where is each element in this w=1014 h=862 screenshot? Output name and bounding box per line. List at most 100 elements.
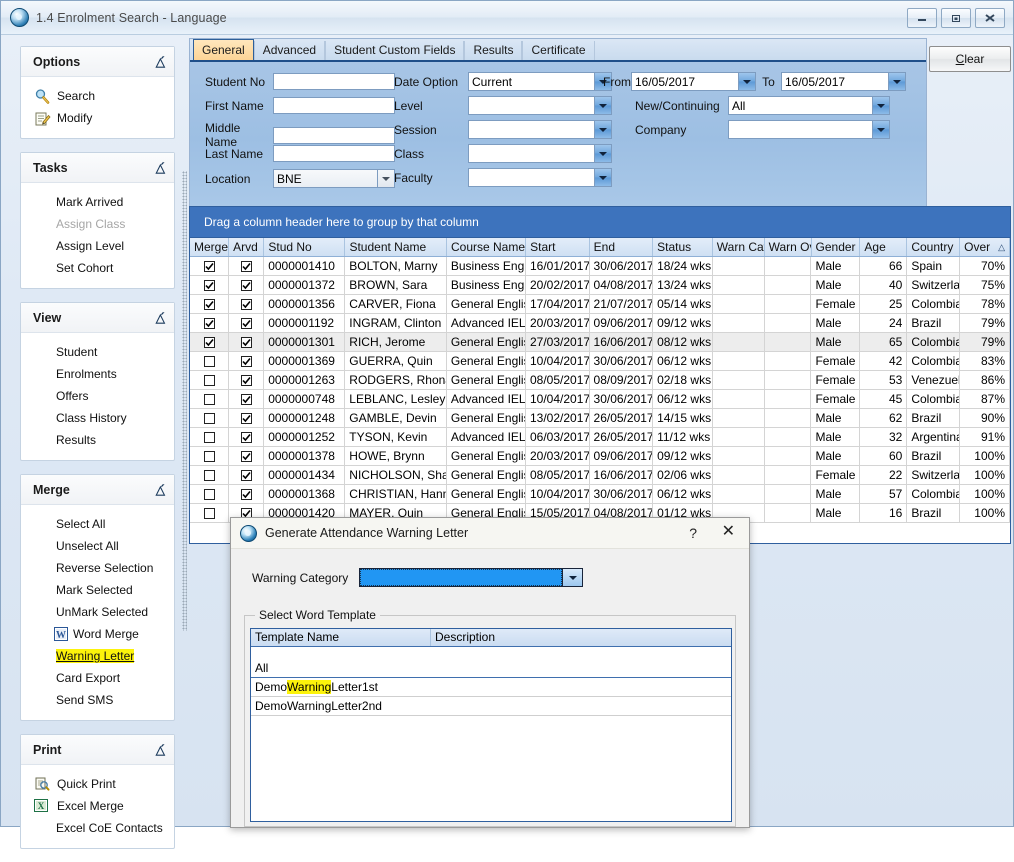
last-name-input[interactable] — [273, 145, 395, 162]
merge-checkbox[interactable] — [190, 333, 229, 351]
table-row[interactable]: 0000001434NICHOLSON, ShaeleGeneral Engli… — [190, 466, 1010, 485]
table-row[interactable]: 0000001248GAMBLE, DevinGeneral English13… — [190, 409, 1010, 428]
merge-checkbox[interactable] — [190, 466, 229, 484]
column-header-country[interactable]: Country — [907, 238, 960, 256]
chevron-down-icon[interactable] — [872, 121, 889, 138]
table-row[interactable]: 0000001369GUERRA, QuinGeneral English10/… — [190, 352, 1010, 371]
column-header-status[interactable]: Status — [653, 238, 713, 256]
column-header-merge[interactable]: Merge — [190, 238, 229, 256]
help-button[interactable]: ? — [689, 525, 697, 541]
date-option-select[interactable]: Current — [468, 72, 612, 91]
column-header-over[interactable]: Over △ — [960, 238, 1010, 256]
warning-category-select[interactable] — [359, 568, 583, 587]
merge-checkbox[interactable] — [190, 295, 229, 313]
tab-results[interactable]: Results — [464, 41, 522, 60]
first-name-input[interactable] — [273, 97, 395, 114]
sidebar-item-offers[interactable]: Offers — [21, 385, 174, 407]
sidebar-item-set-cohort[interactable]: Set Cohort — [21, 257, 174, 279]
arvd-checkbox[interactable] — [229, 295, 264, 313]
chevron-up-icon[interactable]: △́ — [156, 56, 165, 68]
sidebar-item-word-merge[interactable]: W Word Merge — [21, 623, 174, 645]
level-select[interactable] — [468, 96, 612, 115]
panel-print-header[interactable]: Print △́ — [21, 735, 174, 765]
table-row[interactable]: 0000001410BOLTON, MarnyBusiness English1… — [190, 257, 1010, 276]
arvd-checkbox[interactable] — [229, 352, 264, 370]
table-row[interactable]: 0000001263RODGERS, RhonaGeneral English0… — [190, 371, 1010, 390]
sidebar-item-excel-merge[interactable]: X Excel Merge — [21, 795, 174, 817]
table-row[interactable]: 0000001378HOWE, BrynnGeneral English20/0… — [190, 447, 1010, 466]
company-select[interactable] — [728, 120, 890, 139]
table-row[interactable]: 0000001252TYSON, KevinAdvanced IELTS06/0… — [190, 428, 1010, 447]
chevron-down-icon[interactable] — [562, 569, 582, 586]
chevron-up-icon[interactable]: △́ — [156, 744, 165, 756]
panel-splitter[interactable] — [182, 171, 187, 631]
sidebar-item-student[interactable]: Student — [21, 341, 174, 363]
arvd-checkbox[interactable] — [229, 390, 264, 408]
tab-student-custom-fields[interactable]: Student Custom Fields — [325, 41, 464, 60]
column-header-age[interactable]: Age — [860, 238, 907, 256]
class-select[interactable] — [468, 144, 612, 163]
merge-checkbox[interactable] — [190, 485, 229, 503]
sidebar-item-modify[interactable]: Modify — [21, 107, 174, 129]
arvd-checkbox[interactable] — [229, 371, 264, 389]
column-header-end[interactable]: End — [590, 238, 654, 256]
merge-checkbox[interactable] — [190, 371, 229, 389]
sidebar-item-mark-arrived[interactable]: Mark Arrived — [21, 191, 174, 213]
chevron-down-icon[interactable] — [594, 97, 611, 114]
group-by-drop-area[interactable]: Drag a column header here to group by th… — [190, 207, 1010, 238]
close-button[interactable] — [975, 8, 1005, 28]
middle-name-input[interactable] — [273, 127, 395, 144]
sidebar-item-quick-print[interactable]: Quick Print — [21, 773, 174, 795]
location-select[interactable]: BNE — [273, 169, 395, 188]
sidebar-item-card-export[interactable]: Card Export — [21, 667, 174, 689]
arvd-checkbox[interactable] — [229, 428, 264, 446]
merge-checkbox[interactable] — [190, 447, 229, 465]
sidebar-item-unselect-all[interactable]: Unselect All — [21, 535, 174, 557]
new-continuing-select[interactable]: All — [728, 96, 890, 115]
sidebar-item-class-history[interactable]: Class History — [21, 407, 174, 429]
column-header-gender[interactable]: Gender — [812, 238, 861, 256]
chevron-down-icon[interactable] — [377, 170, 394, 187]
chevron-down-icon[interactable] — [594, 169, 611, 186]
panel-tasks-header[interactable]: Tasks △́ — [21, 153, 174, 183]
chevron-up-icon[interactable]: △́ — [156, 162, 165, 174]
arvd-checkbox[interactable] — [229, 333, 264, 351]
tab-certificate[interactable]: Certificate — [522, 41, 594, 60]
session-select[interactable] — [468, 120, 612, 139]
column-header-course-name[interactable]: Course Name — [447, 238, 526, 256]
table-row[interactable]: 0000001192INGRAM, ClintonAdvanced IELTS2… — [190, 314, 1010, 333]
list-item[interactable]: DemoWarningLetter1st — [251, 678, 731, 697]
table-row[interactable]: 0000001301RICH, JeromeGeneral English27/… — [190, 333, 1010, 352]
table-row[interactable]: 0000001368CHRISTIAN, HannaGeneral Englis… — [190, 485, 1010, 504]
column-header-warn-category[interactable]: Warn Cate — [713, 238, 765, 256]
minimize-button[interactable] — [907, 8, 937, 28]
panel-merge-header[interactable]: Merge △́ — [21, 475, 174, 505]
sidebar-item-select-all[interactable]: Select All — [21, 513, 174, 535]
sidebar-item-mark-selected[interactable]: Mark Selected — [21, 579, 174, 601]
list-item[interactable]: All — [251, 647, 731, 678]
arvd-checkbox[interactable] — [229, 447, 264, 465]
panel-view-header[interactable]: View △́ — [21, 303, 174, 333]
sidebar-item-assign-level[interactable]: Assign Level — [21, 235, 174, 257]
arvd-checkbox[interactable] — [229, 257, 264, 275]
merge-checkbox[interactable] — [190, 504, 229, 522]
arvd-checkbox[interactable] — [229, 409, 264, 427]
column-header-description[interactable]: Description — [431, 629, 731, 646]
merge-checkbox[interactable] — [190, 257, 229, 275]
arvd-checkbox[interactable] — [229, 276, 264, 294]
sidebar-item-enrolments[interactable]: Enrolments — [21, 363, 174, 385]
table-row[interactable]: 0000000748LEBLANC, LesleyAdvanced IELTS1… — [190, 390, 1010, 409]
maximize-button[interactable] — [941, 8, 971, 28]
tab-advanced[interactable]: Advanced — [254, 41, 325, 60]
chevron-down-icon[interactable] — [872, 97, 889, 114]
panel-options-header[interactable]: Options △́ — [21, 47, 174, 77]
column-header-template-name[interactable]: Template Name — [251, 629, 431, 646]
sidebar-item-send-sms[interactable]: Send SMS — [21, 689, 174, 711]
merge-checkbox[interactable] — [190, 352, 229, 370]
chevron-down-icon[interactable] — [594, 145, 611, 162]
sidebar-item-results[interactable]: Results — [21, 429, 174, 451]
chevron-up-icon[interactable]: △́ — [156, 312, 165, 324]
column-header-student-name[interactable]: Student Name — [345, 238, 447, 256]
table-row[interactable]: 0000001372BROWN, SaraBusiness English20/… — [190, 276, 1010, 295]
chevron-down-icon[interactable] — [738, 73, 755, 90]
